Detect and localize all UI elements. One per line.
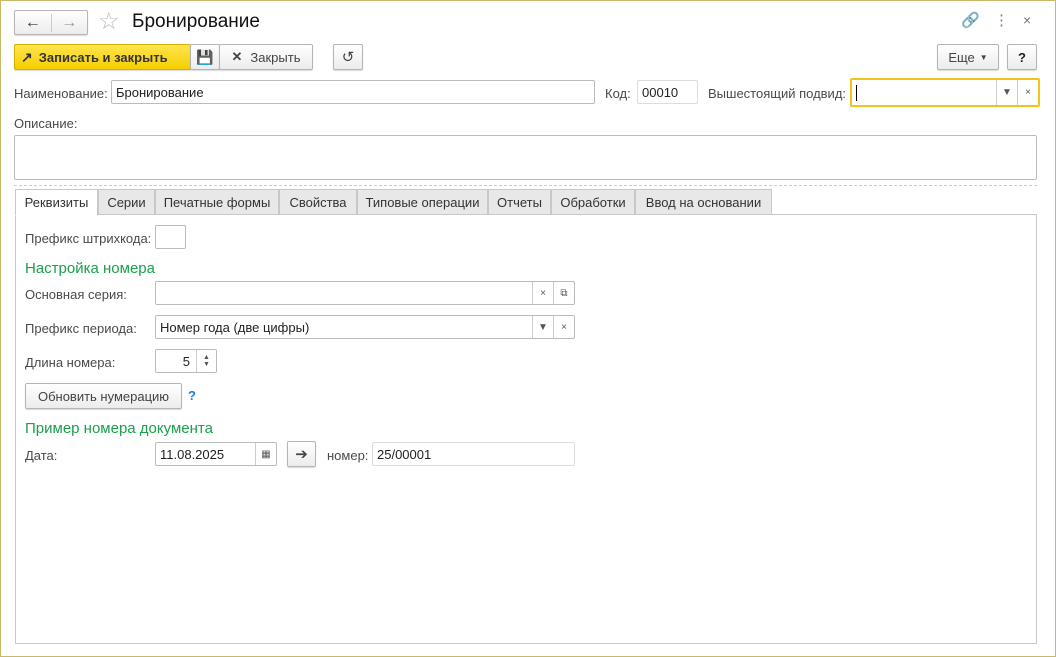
more-label: Еще — [948, 49, 975, 65]
parent-input[interactable]: ▼ × — [850, 78, 1040, 107]
numbering-heading: Настройка номера — [25, 260, 155, 277]
link-icon[interactable]: 🔗 — [961, 11, 980, 29]
close-button[interactable]: ✕ Закрыть — [219, 44, 313, 70]
more-button[interactable]: Еще ▼ — [937, 44, 999, 70]
date-label: Дата: — [25, 448, 58, 463]
number-output: 25/00001 — [372, 442, 575, 466]
dropdown-arrow-icon[interactable]: ▼ — [996, 80, 1017, 105]
number-label: номер: — [327, 448, 369, 463]
open-icon[interactable]: ⧉ — [553, 282, 574, 304]
tab-standard-operations[interactable]: Типовые операции — [357, 189, 488, 215]
barcode-prefix-input[interactable] — [155, 225, 186, 249]
save-and-close-label: Записать и закрыть — [38, 49, 168, 65]
number-length-label: Длина номера: — [25, 355, 116, 370]
main-series-label: Основная серия: — [25, 287, 127, 302]
main-series-input[interactable]: × ⧉ — [155, 281, 575, 305]
history-button[interactable]: ↺ — [333, 44, 363, 70]
name-input[interactable]: Бронирование — [111, 80, 595, 104]
spin-buttons[interactable]: ▲ ▼ — [196, 350, 216, 372]
close-label: Закрыть — [250, 49, 301, 65]
divider — [14, 185, 1037, 186]
floppy-disk-icon: 💾 — [196, 48, 214, 65]
clear-icon[interactable]: × — [1017, 80, 1038, 105]
save-and-close-button[interactable]: ↗ Записать и закрыть — [14, 44, 191, 70]
close-x-icon: ✕ — [231, 49, 243, 64]
favorite-star-icon[interactable]: ☆ — [98, 7, 120, 36]
number-length-value: 5 — [182, 353, 190, 369]
history-icon: ↺ — [341, 49, 355, 66]
number-length-stepper[interactable]: 5 ▲ ▼ — [155, 349, 217, 373]
parent-label: Вышестоящий подвид: — [708, 86, 847, 101]
date-value: 11.08.2025 — [160, 446, 225, 462]
name-label: Наименование: — [14, 86, 108, 101]
apply-date-button[interactable]: ➔ — [287, 441, 316, 467]
tab-print-forms[interactable]: Печатные формы — [155, 189, 279, 215]
calendar-icon[interactable]: ▦ — [255, 443, 276, 465]
nav-buttons: ← → — [14, 10, 88, 35]
help-button[interactable]: ? — [1007, 44, 1037, 70]
forward-arrow-icon[interactable]: → — [52, 14, 88, 32]
help-link[interactable]: ? — [188, 388, 196, 403]
period-prefix-select[interactable]: Номер года (две цифры) ▼ × — [155, 315, 575, 339]
back-arrow-icon[interactable]: ← — [15, 13, 52, 32]
window-title: Бронирование — [132, 11, 260, 32]
tab-processing[interactable]: Обработки — [551, 189, 635, 215]
tab-details[interactable]: Реквизиты — [15, 189, 98, 216]
code-input[interactable]: 00010 — [637, 80, 698, 104]
description-label: Описание: — [14, 116, 78, 131]
chevron-down-icon: ▼ — [979, 52, 988, 62]
refresh-numbering-button[interactable]: Обновить нумерацию — [25, 383, 182, 409]
period-prefix-label: Префикс периода: — [25, 321, 137, 336]
spin-down-icon[interactable]: ▼ — [203, 361, 210, 368]
example-heading: Пример номера документа — [25, 420, 213, 437]
close-window-icon[interactable]: × — [1023, 12, 1031, 28]
date-input[interactable]: 11.08.2025 ▦ — [155, 442, 277, 466]
description-input[interactable] — [14, 135, 1037, 180]
code-label: Код: — [605, 86, 631, 101]
arrow-right-circle-icon: ➔ — [295, 446, 308, 463]
form-window: ← → ☆ Бронирование 🔗 ⋮ × ↗ Записать и за… — [0, 0, 1056, 657]
spin-up-icon[interactable]: ▲ — [203, 354, 210, 361]
more-actions-icon[interactable]: ⋮ — [994, 11, 1009, 29]
dropdown-arrow-icon[interactable]: ▼ — [532, 316, 553, 338]
tab-input-based-on[interactable]: Ввод на основании — [635, 189, 772, 215]
save-close-icon: ↗ — [21, 48, 33, 65]
save-button[interactable]: 💾 — [190, 44, 220, 70]
clear-icon[interactable]: × — [532, 282, 553, 304]
tab-properties[interactable]: Свойства — [279, 189, 357, 215]
clear-icon[interactable]: × — [553, 316, 574, 338]
tab-series[interactable]: Серии — [98, 189, 155, 215]
text-cursor — [856, 84, 857, 101]
barcode-prefix-label: Префикс штрихкода: — [25, 231, 152, 246]
tab-reports[interactable]: Отчеты — [488, 189, 551, 215]
period-prefix-value: Номер года (две цифры) — [160, 319, 310, 335]
